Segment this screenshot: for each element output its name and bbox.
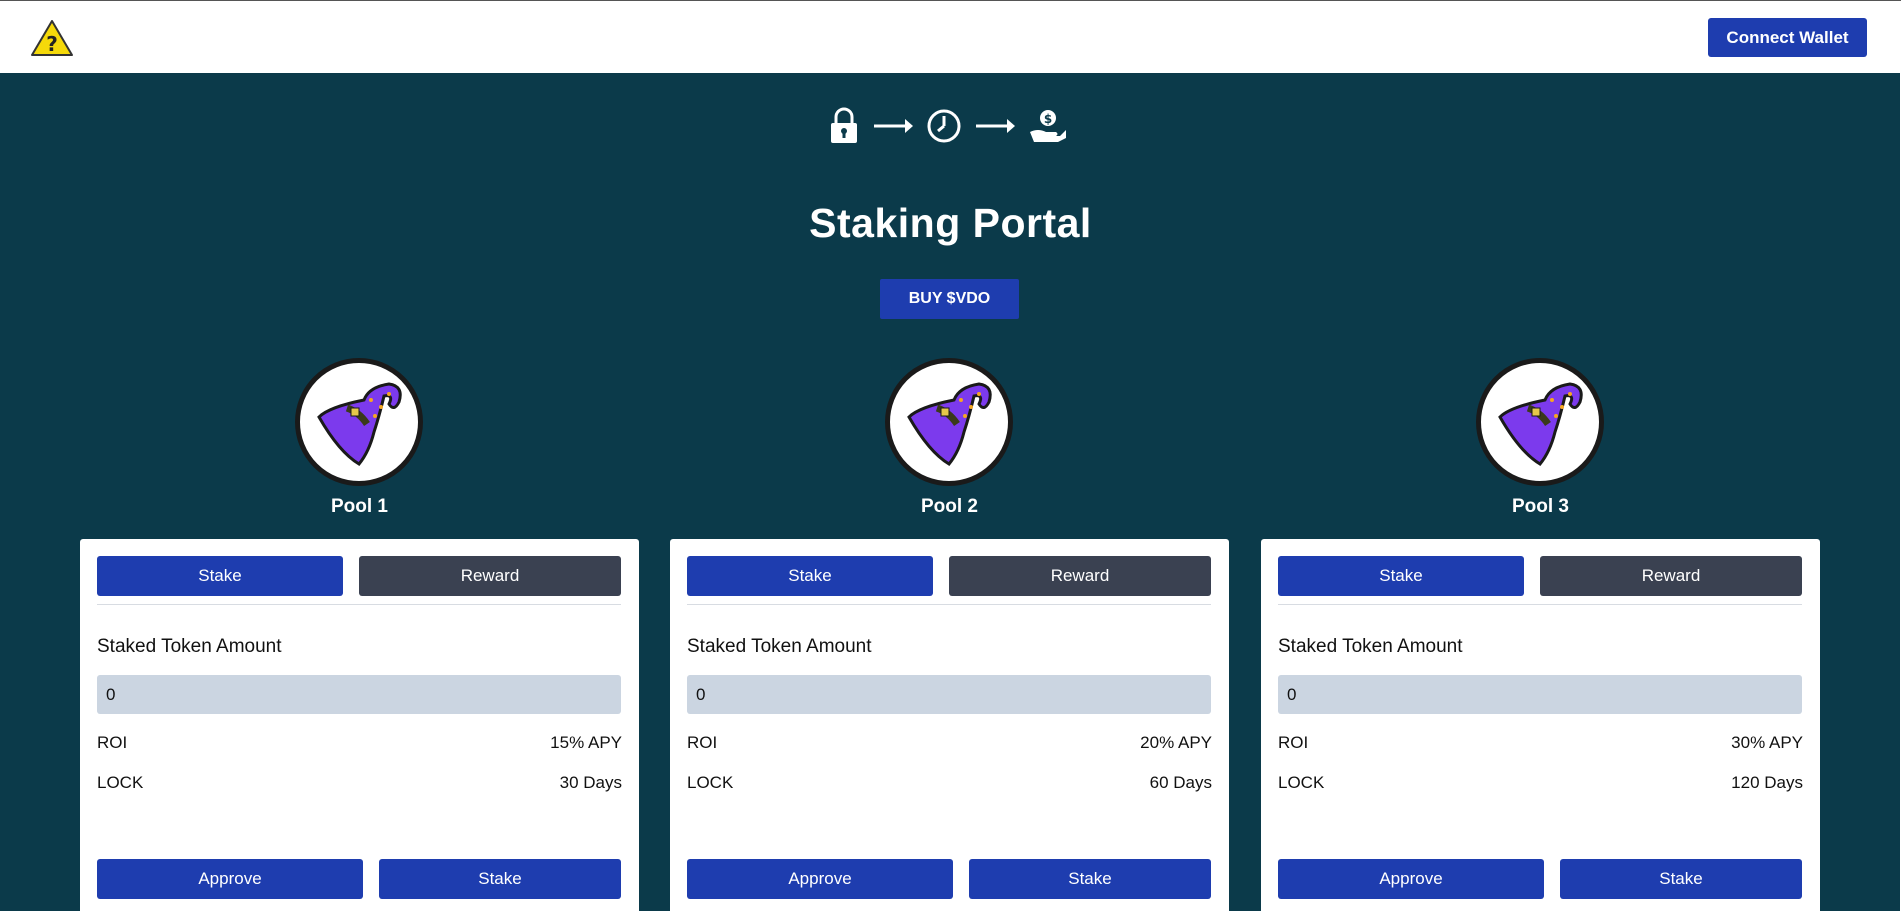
divider <box>1278 604 1802 605</box>
pool-name: Pool 2 <box>920 496 978 517</box>
stake-button[interactable]: Stake <box>969 859 1211 899</box>
roi-label: ROI <box>687 733 718 752</box>
lock-label: LOCK <box>97 773 144 792</box>
pool-avatar <box>885 358 1013 486</box>
top-navbar: ? Connect Wallet <box>0 0 1901 73</box>
lock-label: LOCK <box>687 773 734 792</box>
divider <box>97 604 621 605</box>
roi-value: 30% APY <box>1731 733 1803 752</box>
stake-button[interactable]: Stake <box>379 859 621 899</box>
wizard-hat-icon <box>317 382 402 466</box>
divider <box>687 604 1211 605</box>
staking-steps: $ <box>828 106 1068 146</box>
buy-token-button[interactable]: BUY $VDO <box>880 279 1019 319</box>
staked-amount-label: Staked Token Amount <box>687 636 872 657</box>
staked-amount-input[interactable] <box>1278 675 1802 714</box>
roi-value: 20% APY <box>1140 733 1212 752</box>
approve-button[interactable]: Approve <box>687 859 953 899</box>
approve-button[interactable]: Approve <box>97 859 363 899</box>
connect-wallet-button[interactable]: Connect Wallet <box>1708 18 1867 57</box>
lock-icon <box>831 107 857 143</box>
tab-stake[interactable]: Stake <box>687 556 933 596</box>
hand-money-icon: $ <box>1030 110 1066 142</box>
tab-reward[interactable]: Reward <box>1540 556 1802 596</box>
tab-stake[interactable]: Stake <box>1278 556 1524 596</box>
page-title: Staking Portal <box>809 200 1092 246</box>
lock-value: 120 Days <box>1731 773 1803 792</box>
roi-label: ROI <box>97 733 128 752</box>
staked-amount-label: Staked Token Amount <box>97 636 282 657</box>
lock-label: LOCK <box>1278 773 1325 792</box>
arrow-right-icon <box>976 119 1015 133</box>
roi-value: 15% APY <box>550 733 622 752</box>
lock-value: 60 Days <box>1149 773 1212 792</box>
svg-text:$: $ <box>1044 112 1052 126</box>
warning-question-icon[interactable]: ? <box>30 19 74 57</box>
svg-text:?: ? <box>46 32 58 56</box>
pool-card: Stake Reward Staked Token Amount ROI 20%… <box>670 539 1229 911</box>
pool-name: Pool 3 <box>1511 496 1569 517</box>
approve-button[interactable]: Approve <box>1278 859 1544 899</box>
staked-amount-label: Staked Token Amount <box>1278 636 1463 657</box>
lock-value: 30 Days <box>559 773 622 792</box>
pool-card: Stake Reward Staked Token Amount ROI 15%… <box>80 539 639 911</box>
wizard-hat-icon <box>1498 382 1583 466</box>
wizard-hat-icon <box>907 382 992 466</box>
tab-reward[interactable]: Reward <box>949 556 1211 596</box>
staked-amount-input[interactable] <box>687 675 1211 714</box>
clock-icon <box>927 109 961 143</box>
tab-stake[interactable]: Stake <box>97 556 343 596</box>
roi-label: ROI <box>1278 733 1309 752</box>
pool-name: Pool 1 <box>330 496 388 517</box>
arrow-right-icon <box>874 119 913 133</box>
tab-reward[interactable]: Reward <box>359 556 621 596</box>
pool-avatar <box>295 358 423 486</box>
staked-amount-input[interactable] <box>97 675 621 714</box>
pool-avatar <box>1476 358 1604 486</box>
pool-card: Stake Reward Staked Token Amount ROI 30%… <box>1261 539 1820 911</box>
stake-button[interactable]: Stake <box>1560 859 1802 899</box>
